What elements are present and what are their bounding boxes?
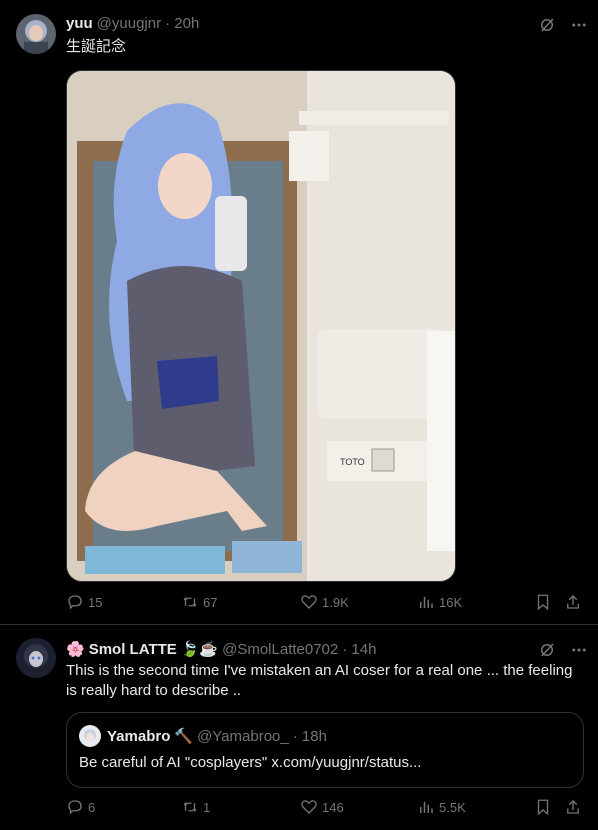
reply-button[interactable]: 6 [66, 798, 95, 816]
retweet-button[interactable]: 1 [181, 798, 210, 816]
quote-timestamp[interactable]: · 18h [293, 728, 327, 745]
heart-icon [301, 595, 317, 609]
quote-text: Be careful of AI "cosplayers" x.com/yuug… [79, 754, 422, 771]
reply-count: 15 [88, 594, 103, 610]
share-icon [567, 595, 579, 609]
grok-icon[interactable] [538, 16, 556, 39]
like-count: 1.9K [322, 594, 349, 610]
retweet-icon [183, 801, 197, 813]
like-button[interactable]: 146 [300, 798, 344, 816]
like-button[interactable]: 1.9K [300, 593, 349, 611]
bookmark-icon [537, 594, 549, 611]
retweet-icon [183, 596, 197, 608]
views-icon [420, 596, 433, 608]
share-button[interactable] [564, 593, 582, 611]
tweet-actions: 6 1 146 5.5K [66, 798, 582, 820]
hammer-emoji: 🔨 [174, 728, 194, 745]
heart-icon [301, 800, 317, 814]
display-name[interactable]: yuu [66, 15, 93, 32]
tweet-text: 生誕記念 [66, 38, 127, 55]
photo-brand-label: TOTO [340, 457, 365, 467]
like-count: 146 [322, 799, 344, 815]
share-button[interactable] [564, 798, 582, 816]
name-prefix-emoji: 🌸 [66, 641, 85, 658]
views-button[interactable]: 5.5K [417, 798, 466, 816]
tweet-photo[interactable]: TOTO [66, 70, 456, 582]
quote-display-name[interactable]: Yamabro [107, 728, 170, 745]
view-count: 16K [439, 594, 463, 610]
avatar-yuu[interactable] [16, 14, 56, 54]
avatar-yamabro[interactable] [79, 725, 101, 747]
reply-icon [68, 800, 82, 815]
handle[interactable]: @SmolLatte0702 [222, 641, 338, 658]
quote-handle[interactable]: @Yamabroo_ [197, 728, 289, 745]
tweet-top-actions [538, 16, 588, 39]
bookmark-icon [537, 799, 549, 816]
tweet-header: 🌸 Smol LATTE 🍃☕ @SmolLatte0702 · 14h [66, 640, 376, 659]
retweet-count: 67 [203, 594, 218, 610]
tweet-yuu[interactable]: yuu @yuugjnr · 20h 生誕記念 TOTO 15 67 1.9K … [0, 0, 598, 624]
bookmark-button[interactable] [534, 798, 552, 816]
retweet-button[interactable]: 67 [181, 593, 217, 611]
avatar-smol-latte[interactable] [16, 638, 56, 678]
reply-button[interactable]: 15 [66, 593, 102, 611]
name-suffix-emoji: 🍃☕ [180, 641, 219, 658]
views-icon [420, 801, 433, 813]
tweet-text: This is the second time I've mistaken an… [66, 662, 573, 699]
timestamp[interactable]: · 14h [342, 641, 376, 658]
reply-count: 6 [88, 799, 96, 815]
tweet-header: yuu @yuugjnr · 20h [66, 15, 199, 32]
more-icon[interactable] [570, 16, 588, 39]
tweet-actions: 15 67 1.9K 16K [66, 593, 582, 615]
retweet-count: 1 [203, 799, 211, 815]
timestamp[interactable]: · 20h [165, 15, 199, 32]
share-icon [567, 800, 579, 814]
handle[interactable]: @yuugjnr [97, 15, 161, 32]
display-name[interactable]: Smol LATTE [89, 641, 177, 658]
views-button[interactable]: 16K [417, 593, 462, 611]
view-count: 5.5K [439, 799, 466, 815]
quoted-tweet[interactable]: Yamabro 🔨 @Yamabroo_ · 18h Be careful of… [66, 712, 584, 788]
quote-header: Yamabro 🔨 @Yamabroo_ · 18h [107, 727, 327, 746]
reply-icon [68, 595, 82, 610]
bookmark-button[interactable] [534, 593, 552, 611]
